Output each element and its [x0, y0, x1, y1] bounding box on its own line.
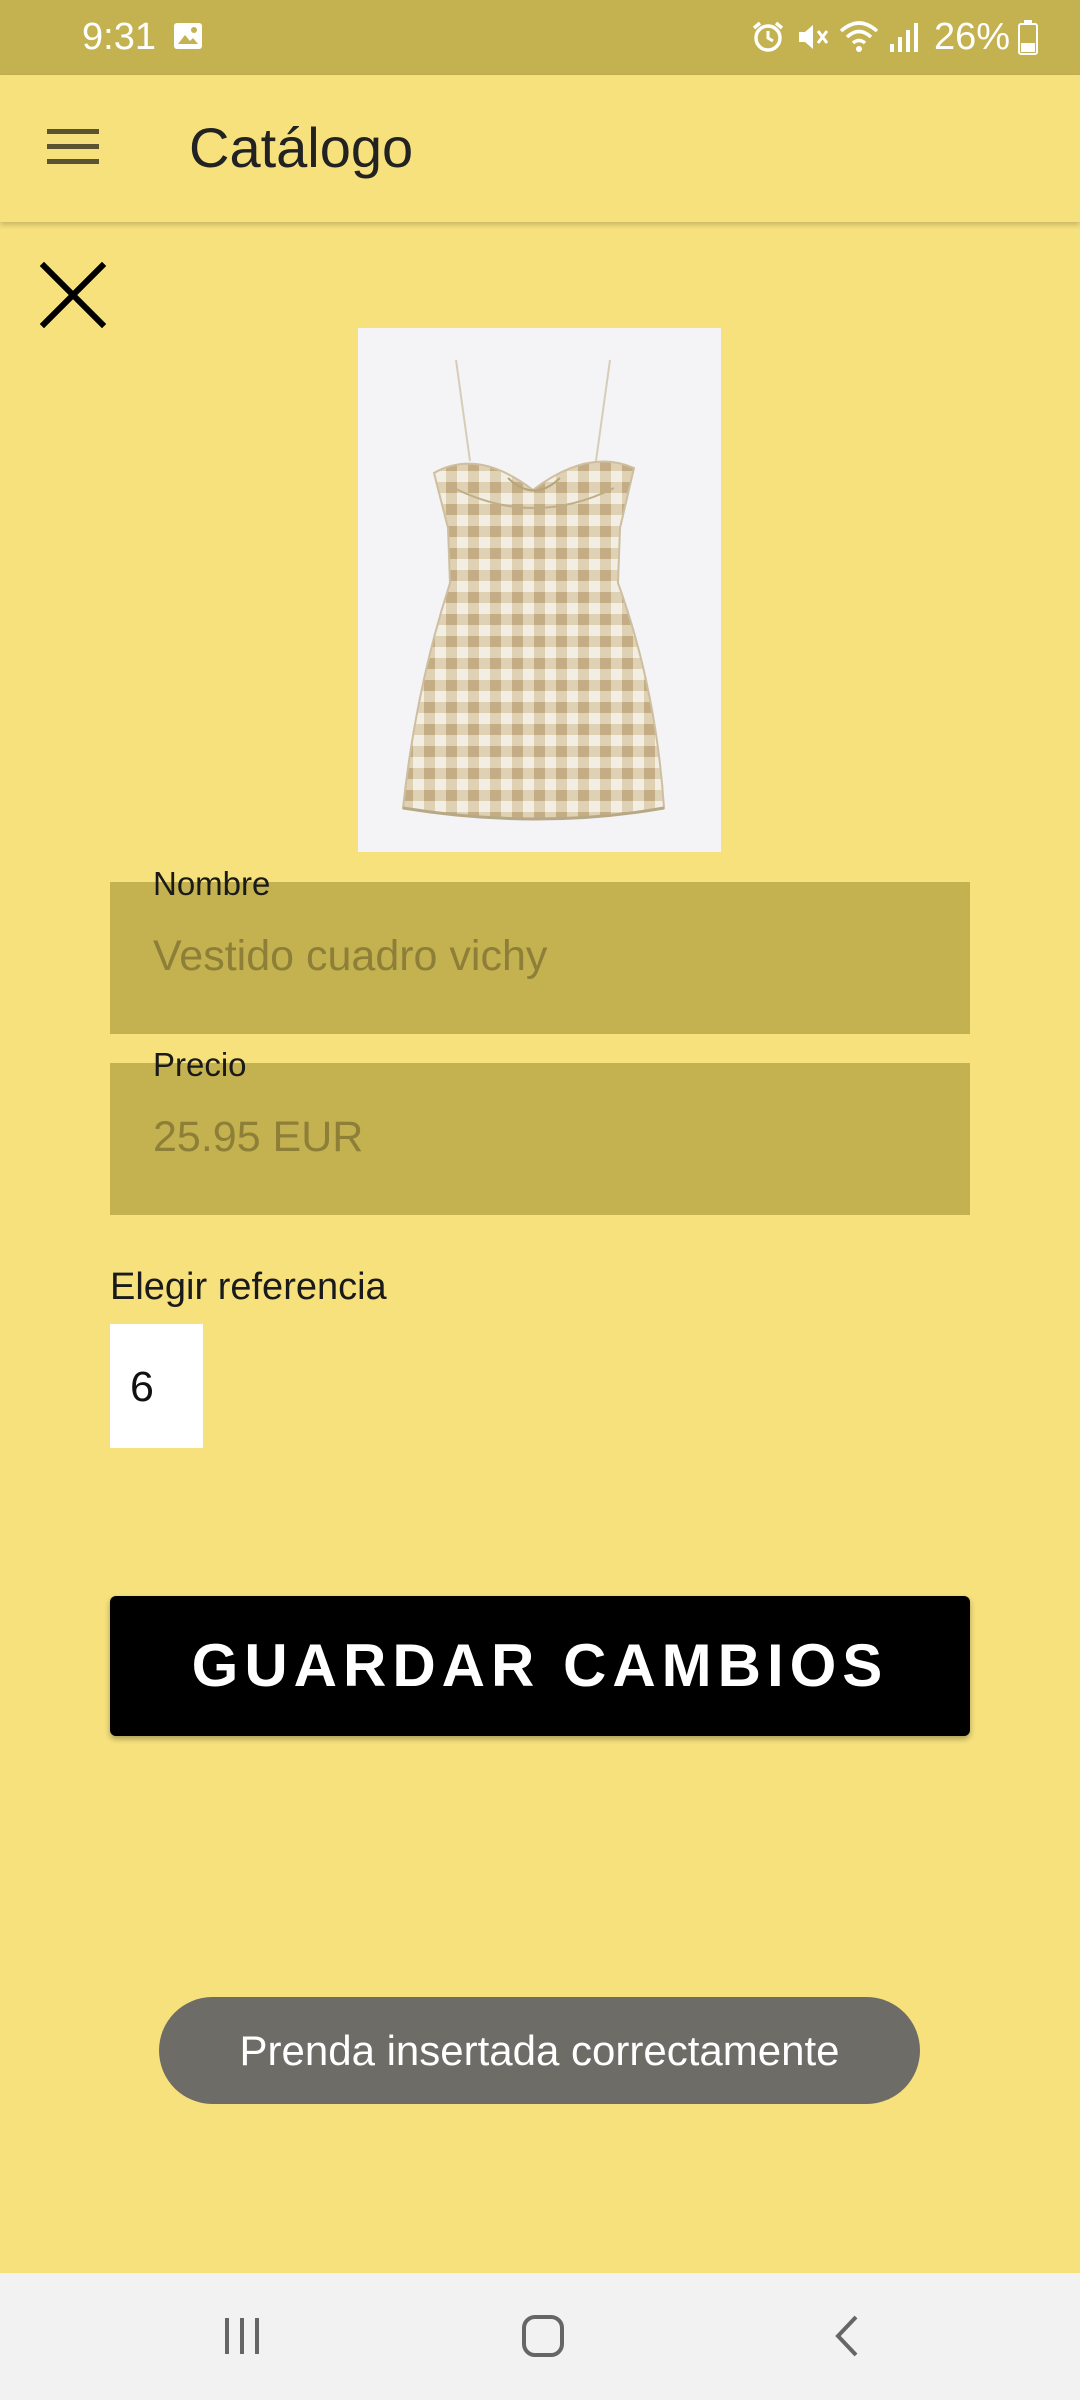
toast-message: Prenda insertada correctamente: [239, 2026, 840, 2074]
battery-percent: 26%: [933, 16, 1010, 58]
name-field[interactable]: Nombre: [110, 865, 970, 1034]
home-icon: [521, 2314, 565, 2363]
gallery-icon: [172, 20, 204, 52]
back-icon: [832, 2314, 862, 2363]
alarm-icon: [750, 19, 786, 55]
recent-apps-button[interactable]: [192, 2293, 292, 2383]
price-field[interactable]: Precio: [110, 1046, 970, 1215]
save-changes-button[interactable]: GUARDAR CAMBIOS: [110, 1596, 970, 1736]
mute-icon: [794, 19, 830, 55]
navigation-bar: [0, 2273, 1080, 2400]
menu-button[interactable]: [36, 117, 110, 179]
status-icons: 26%: [750, 14, 1038, 60]
close-icon: [39, 261, 107, 333]
status-bar: 9:31 26%: [0, 0, 1080, 75]
menu-icon: [47, 127, 99, 170]
reference-label: Elegir referencia: [110, 1266, 387, 1308]
battery-icon: [1018, 19, 1038, 55]
page-title: Catálogo: [189, 116, 414, 179]
reference-value: 6: [130, 1363, 154, 1411]
price-input[interactable]: [153, 1109, 933, 1165]
signal-icon: [888, 20, 920, 54]
home-button[interactable]: [493, 2293, 593, 2383]
price-label: Precio: [153, 1046, 247, 1083]
close-button[interactable]: [34, 258, 112, 336]
status-time: 9:31: [82, 16, 156, 58]
reference-select[interactable]: 6: [110, 1324, 203, 1448]
toast: Prenda insertada correctamente: [159, 1997, 920, 2104]
save-changes-label: GUARDAR CAMBIOS: [191, 1632, 889, 1699]
app-bar: Catálogo: [0, 75, 1080, 222]
name-label: Nombre: [153, 865, 271, 902]
wifi-icon: [838, 19, 880, 55]
back-button[interactable]: [797, 2293, 897, 2383]
name-input[interactable]: [153, 928, 933, 984]
product-image: [358, 328, 721, 852]
recent-apps-icon: [221, 2316, 263, 2361]
